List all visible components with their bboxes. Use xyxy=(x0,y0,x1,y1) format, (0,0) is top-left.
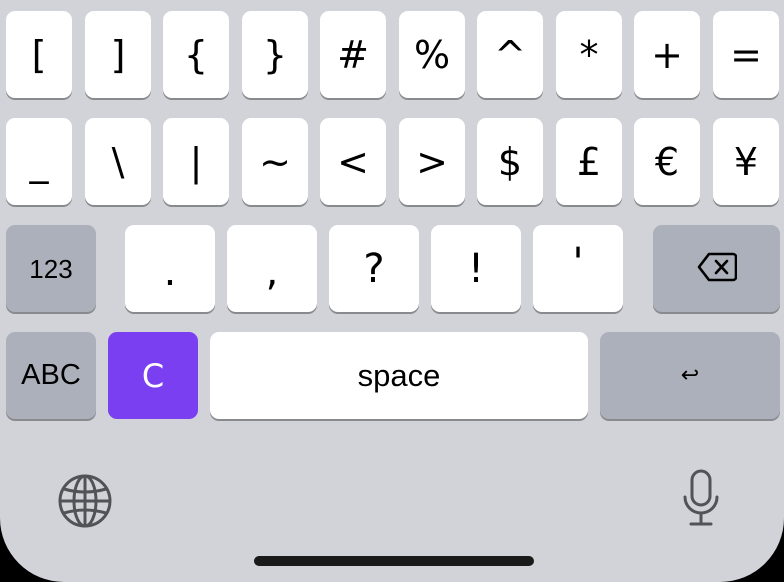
symbol-row-1: [ ] { } # % ^ * + = xyxy=(0,11,784,101)
key-euro[interactable]: € xyxy=(634,118,700,205)
punctuation-row: 123 . , ? ! ' xyxy=(0,225,784,315)
dictation-button[interactable] xyxy=(674,469,728,533)
key-pound[interactable]: £ xyxy=(556,118,622,205)
key-asterisk[interactable]: * xyxy=(556,11,622,98)
key-underscore[interactable]: _ xyxy=(6,118,72,205)
globe-button[interactable] xyxy=(56,474,114,532)
abc-key[interactable]: ABC xyxy=(6,332,96,419)
key-caret[interactable]: ^ xyxy=(477,11,543,98)
backspace-icon xyxy=(697,250,737,288)
delete-button[interactable] xyxy=(653,225,780,312)
custom-accent-key[interactable]: C xyxy=(108,332,198,419)
key-backslash[interactable]: \ xyxy=(85,118,151,205)
key-question[interactable]: ? xyxy=(329,225,419,312)
key-open-bracket[interactable]: [ xyxy=(6,11,72,98)
key-hash[interactable]: # xyxy=(320,11,386,98)
numbers-key[interactable]: 123 xyxy=(6,225,96,312)
key-pipe[interactable]: | xyxy=(163,118,229,205)
key-yen[interactable]: ¥ xyxy=(713,118,779,205)
key-percent[interactable]: % xyxy=(399,11,465,98)
keyboard: [ ] { } # % ^ * + = _ \ | ~ < > $ £ € ¥ … xyxy=(0,0,784,582)
space-bar[interactable]: space xyxy=(210,332,588,419)
key-close-brace[interactable]: } xyxy=(242,11,308,98)
key-open-brace[interactable]: { xyxy=(163,11,229,98)
key-close-bracket[interactable]: ] xyxy=(85,11,151,98)
key-tilde[interactable]: ~ xyxy=(242,118,308,205)
microphone-icon xyxy=(681,469,721,533)
key-equals[interactable]: = xyxy=(713,11,779,98)
key-plus[interactable]: + xyxy=(634,11,700,98)
symbol-row-2: _ \ | ~ < > $ £ € ¥ xyxy=(0,118,784,208)
bottom-row: ABC C space ↩ xyxy=(0,332,784,422)
return-key[interactable]: ↩ xyxy=(600,332,780,419)
key-less-than[interactable]: < xyxy=(320,118,386,205)
home-indicator[interactable] xyxy=(254,556,534,566)
key-period[interactable]: . xyxy=(125,225,215,312)
key-apostrophe[interactable]: ' xyxy=(533,225,623,312)
key-greater-than[interactable]: > xyxy=(399,118,465,205)
key-dollar[interactable]: $ xyxy=(477,118,543,205)
globe-icon xyxy=(57,473,113,533)
key-exclamation[interactable]: ! xyxy=(431,225,521,312)
key-comma[interactable]: , xyxy=(227,225,317,312)
